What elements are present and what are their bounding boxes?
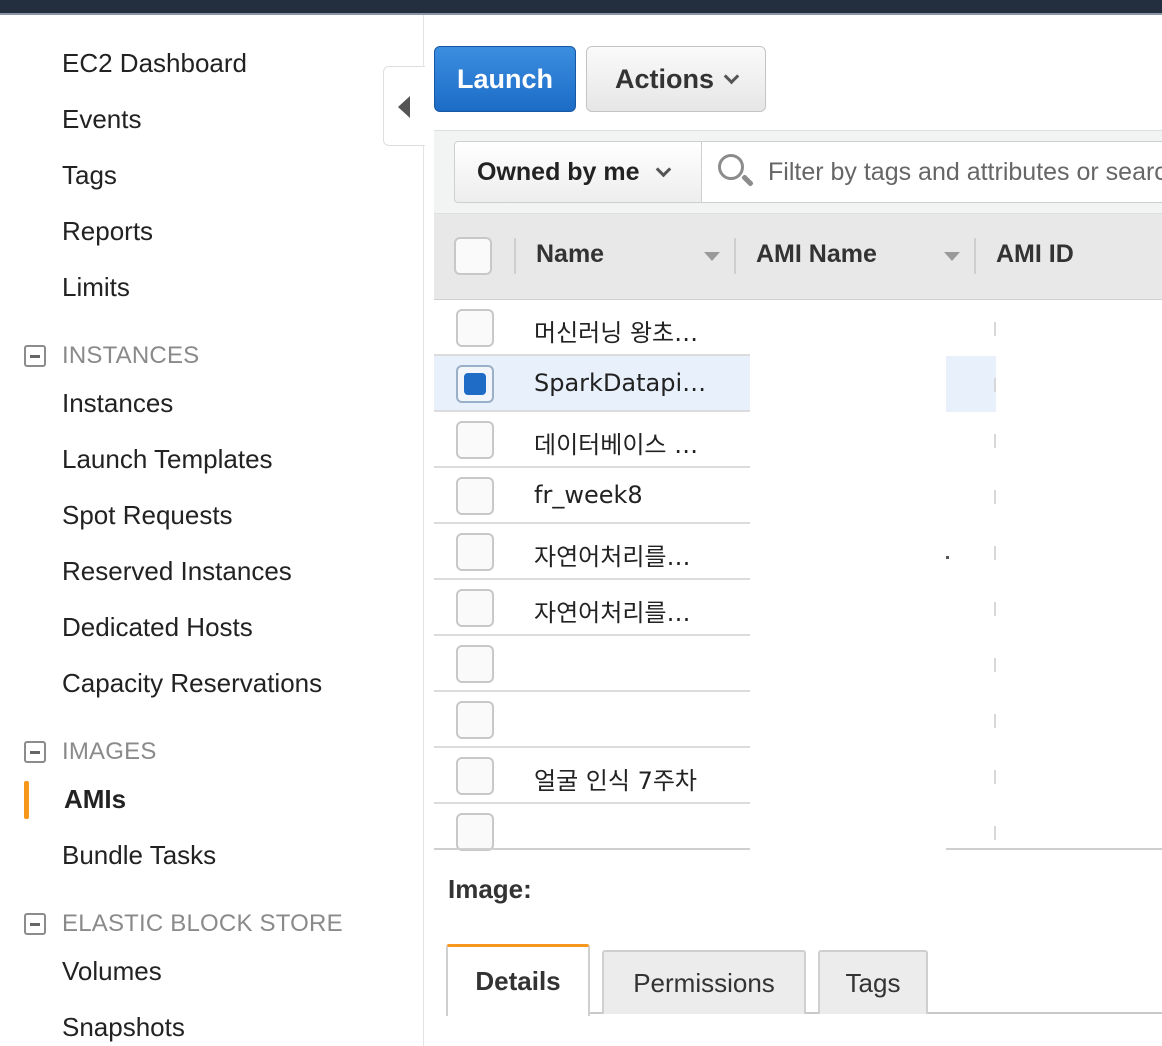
column-divider bbox=[974, 238, 976, 274]
row-name: fr_week8 bbox=[534, 481, 643, 509]
table-row[interactable]: 자연어처리를… bbox=[434, 580, 1162, 636]
actions-button[interactable]: Actions bbox=[586, 46, 766, 112]
table-row[interactable] bbox=[434, 804, 1162, 860]
section-elastic-block-store: ELASTIC BLOCK STORE bbox=[24, 909, 343, 939]
actions-label: Actions bbox=[614, 63, 714, 94]
row-checkbox[interactable] bbox=[456, 533, 494, 571]
tab-details[interactable]: Details bbox=[446, 944, 590, 1016]
row-tick bbox=[994, 714, 996, 728]
image-detail-label: Image: bbox=[448, 874, 532, 904]
row-name: 데이터베이스 … bbox=[534, 431, 699, 459]
sidebar-item-amis[interactable]: AMIs bbox=[64, 784, 126, 815]
row-checkbox[interactable] bbox=[456, 701, 494, 739]
column-divider bbox=[514, 238, 516, 274]
row-checkbox[interactable] bbox=[456, 309, 494, 347]
column-header-ami-name[interactable]: AMI Name bbox=[756, 240, 877, 269]
table-row[interactable]: fr_week8 bbox=[434, 468, 1162, 524]
row-checkbox[interactable] bbox=[456, 813, 494, 851]
column-divider bbox=[734, 238, 736, 274]
row-tick bbox=[994, 546, 996, 560]
sidebar-item-instances[interactable]: Instances bbox=[62, 388, 173, 419]
row-name: SparkDatapi… bbox=[534, 369, 707, 397]
search-input[interactable] bbox=[768, 157, 1162, 187]
sidebar-item-spot-requests[interactable]: Spot Requests bbox=[62, 500, 233, 531]
chevron-down-icon bbox=[655, 161, 671, 177]
row-name: 얼굴 인식 7주차 bbox=[534, 767, 698, 795]
table-row[interactable]: 얼굴 인식 7주차 bbox=[434, 748, 1162, 804]
row-tick bbox=[994, 378, 996, 392]
table-row[interactable]: 머신러닝 왕초… bbox=[434, 300, 1162, 356]
row-checkbox[interactable] bbox=[456, 645, 494, 683]
search-box bbox=[701, 141, 1162, 203]
table-row[interactable] bbox=[434, 636, 1162, 692]
row-name: 자연어처리를… bbox=[534, 599, 691, 627]
row-tick bbox=[994, 602, 996, 616]
chevron-down-icon bbox=[723, 68, 740, 84]
sidebar-item-reserved-instances[interactable]: Reserved Instances bbox=[62, 556, 292, 587]
sidebar-item-volumes[interactable]: Volumes bbox=[62, 956, 162, 987]
sidebar-collapse-button[interactable] bbox=[383, 66, 425, 146]
filter-bar: Owned by me bbox=[434, 130, 1162, 214]
search-icon bbox=[716, 152, 756, 192]
sidebar-item-events[interactable]: Events bbox=[62, 104, 142, 135]
row-tick bbox=[994, 322, 996, 336]
collapse-icon[interactable] bbox=[24, 345, 46, 367]
sidebar-item-limits[interactable]: Limits bbox=[62, 272, 130, 303]
sort-icon[interactable] bbox=[944, 252, 960, 261]
launch-button[interactable]: Launch bbox=[434, 46, 576, 112]
table-divider bbox=[434, 848, 750, 850]
sidebar-item-tags[interactable]: Tags bbox=[62, 160, 117, 191]
owner-filter-value: Owned by me bbox=[477, 157, 640, 186]
top-nav-bar bbox=[0, 0, 1162, 15]
tab-tags[interactable]: Tags bbox=[818, 950, 928, 1014]
row-tick bbox=[994, 770, 996, 784]
row-checkbox[interactable] bbox=[456, 589, 494, 627]
table-divider bbox=[946, 848, 1162, 850]
collapse-icon[interactable] bbox=[24, 913, 46, 935]
sidebar-item-launch-templates[interactable]: Launch Templates bbox=[62, 444, 273, 475]
collapse-icon[interactable] bbox=[24, 741, 46, 763]
row-checkbox[interactable] bbox=[456, 365, 494, 403]
section-label-instances: INSTANCES bbox=[62, 342, 200, 369]
row-tick bbox=[994, 490, 996, 504]
table-row[interactable]: 자연어처리를… bbox=[434, 524, 1162, 580]
detail-tabs: Details Permissions Tags bbox=[434, 944, 1162, 1046]
section-images: IMAGES bbox=[24, 737, 157, 767]
table-row[interactable]: 데이터베이스 … bbox=[434, 412, 1162, 468]
row-checkbox[interactable] bbox=[456, 477, 494, 515]
owner-filter-dropdown[interactable]: Owned by me bbox=[454, 141, 702, 203]
row-name: 머신러닝 왕초… bbox=[534, 319, 699, 347]
row-checkbox[interactable] bbox=[456, 421, 494, 459]
sidebar: EC2 Dashboard Events Tags Reports Limits… bbox=[0, 15, 424, 1046]
chevron-left-icon bbox=[398, 96, 410, 118]
sidebar-item-dedicated-hosts[interactable]: Dedicated Hosts bbox=[62, 612, 253, 643]
row-tick bbox=[994, 658, 996, 672]
row-tick bbox=[994, 826, 996, 840]
sidebar-item-snapshots[interactable]: Snapshots bbox=[62, 1012, 185, 1043]
sidebar-item-reports[interactable]: Reports bbox=[62, 216, 153, 247]
tab-permissions[interactable]: Permissions bbox=[602, 950, 806, 1014]
column-header-ami-id[interactable]: AMI ID bbox=[996, 240, 1074, 269]
select-all-checkbox[interactable] bbox=[454, 237, 492, 275]
sort-icon[interactable] bbox=[704, 252, 720, 261]
sidebar-item-bundle-tasks[interactable]: Bundle Tasks bbox=[62, 840, 216, 871]
row-dot bbox=[946, 556, 949, 559]
ami-table-body: 머신러닝 왕초… SparkDatapi… 데이터베이스 … fr_week8 … bbox=[434, 300, 1162, 851]
active-indicator bbox=[24, 781, 29, 819]
sidebar-item-capacity-reservations[interactable]: Capacity Reservations bbox=[62, 668, 322, 699]
table-header: Name AMI Name AMI ID bbox=[434, 214, 1162, 300]
table-row[interactable] bbox=[434, 692, 1162, 748]
section-instances: INSTANCES bbox=[24, 341, 199, 371]
sidebar-item-ec2-dashboard[interactable]: EC2 Dashboard bbox=[62, 48, 247, 79]
row-name: 자연어처리를… bbox=[534, 543, 691, 571]
row-tick bbox=[994, 434, 996, 448]
section-label-ebs: ELASTIC BLOCK STORE bbox=[62, 910, 343, 937]
row-checkbox[interactable] bbox=[456, 757, 494, 795]
section-label-images: IMAGES bbox=[62, 738, 157, 765]
table-row[interactable]: SparkDatapi… bbox=[434, 356, 1162, 412]
column-header-name[interactable]: Name bbox=[536, 240, 604, 269]
